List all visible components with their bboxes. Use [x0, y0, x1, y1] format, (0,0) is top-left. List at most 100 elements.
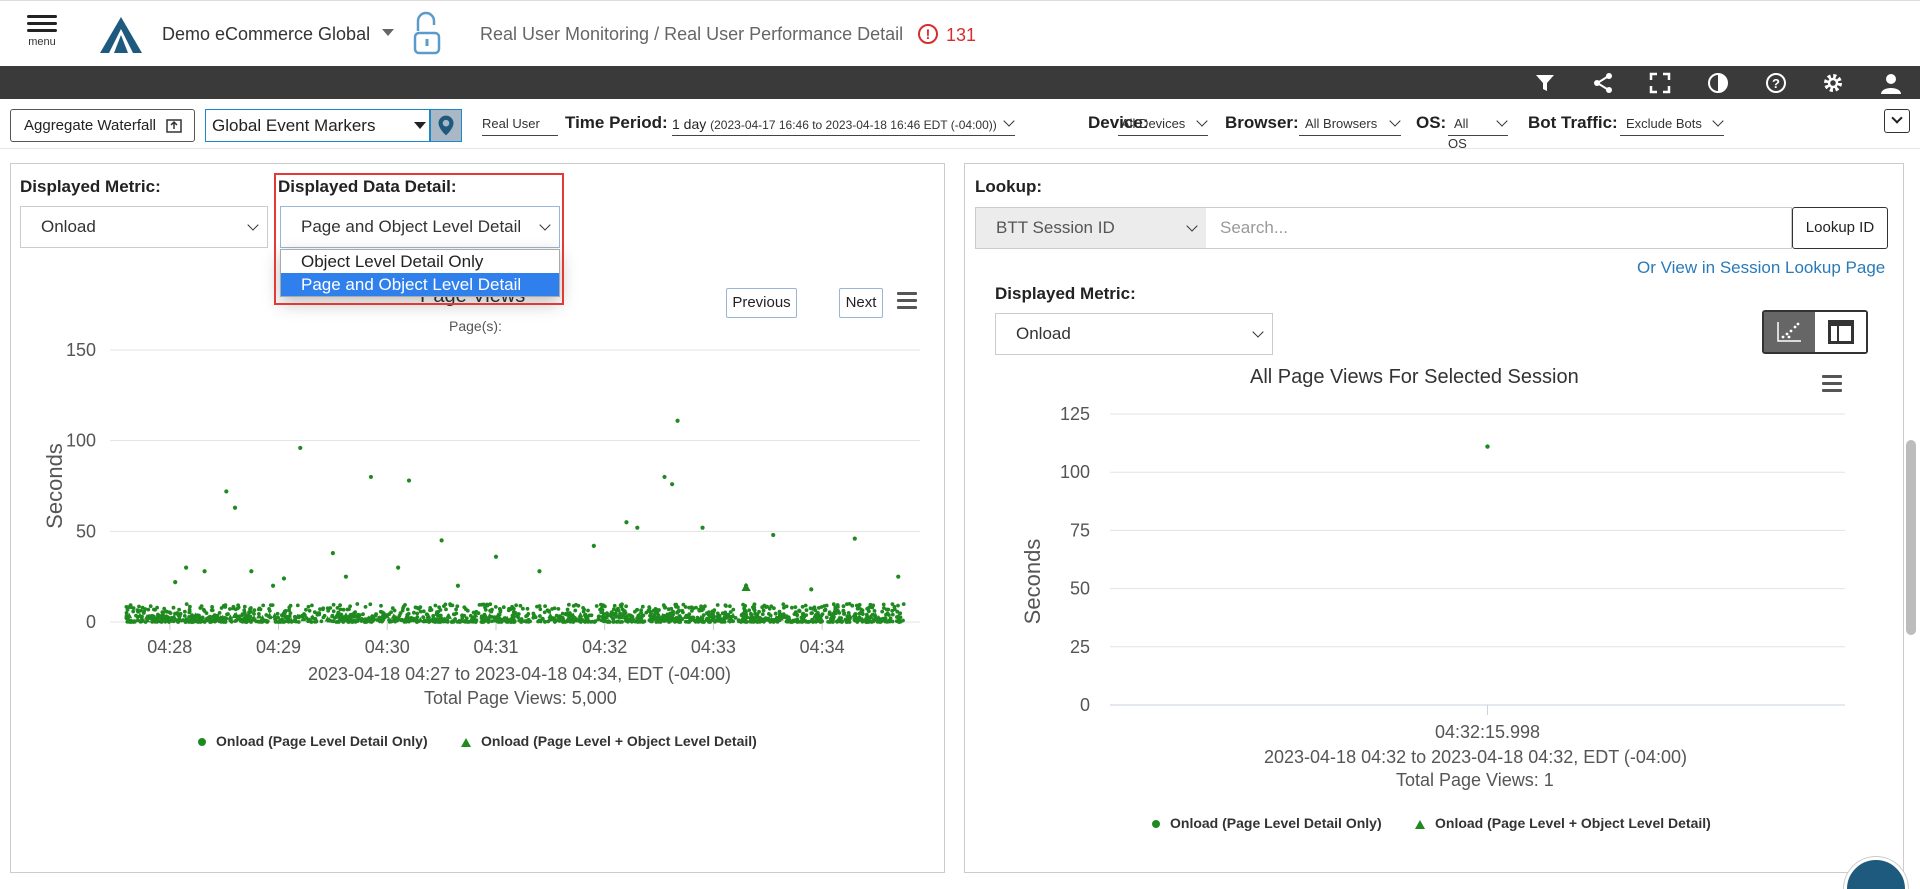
bot-traffic-select[interactable]: Exclude Bots: [1620, 114, 1724, 136]
data-point: [642, 619, 646, 624]
os-select[interactable]: All OS: [1448, 114, 1508, 151]
data-point: [242, 616, 247, 621]
filter-icon[interactable]: [1533, 71, 1557, 95]
data-point: [490, 619, 494, 624]
map-pin-icon[interactable]: [430, 109, 462, 142]
data-point: [448, 602, 452, 607]
menu-button[interactable]: menu: [22, 13, 62, 61]
data-point: [837, 611, 842, 615]
lookup-label: Lookup:: [975, 177, 1043, 196]
browser-select[interactable]: All Browsers: [1299, 114, 1401, 136]
time-period-value: 1 day: [672, 116, 707, 132]
data-point: [782, 605, 786, 610]
data-point: [872, 609, 877, 613]
data-point-triangle: [741, 582, 751, 592]
data-point: [568, 612, 572, 616]
session-legend-item-object-level[interactable]: Onload (Page Level + Object Level Detail…: [1415, 815, 1711, 831]
session-chart-menu-icon[interactable]: [1822, 375, 1842, 393]
data-point: [184, 565, 189, 570]
session-lookup-link[interactable]: Or View in Session Lookup Page: [1637, 258, 1885, 278]
data-point: [453, 617, 457, 621]
data-point: [228, 607, 232, 611]
user-icon[interactable]: [1879, 71, 1903, 95]
view-toggle: [1762, 310, 1868, 354]
time-period-range: (2023-04-17 16:46 to 2023-04-18 16:46 ED…: [710, 118, 997, 132]
session-legend-item-page-level[interactable]: Onload (Page Level Detail Only): [1152, 815, 1382, 831]
lookup-id-button[interactable]: Lookup ID: [1792, 207, 1888, 249]
data-point: [537, 604, 542, 608]
data-point: [249, 569, 254, 574]
device-select[interactable]: All Devices: [1118, 114, 1208, 136]
data-point: [307, 608, 312, 613]
data-point: [565, 607, 570, 612]
metric-select[interactable]: Onload: [20, 206, 268, 248]
data-point: [363, 605, 368, 609]
data-point: [202, 569, 207, 574]
right-metric-select[interactable]: Onload: [995, 313, 1273, 355]
fullscreen-icon[interactable]: [1648, 71, 1672, 95]
os-value: All OS: [1448, 116, 1469, 151]
data-point: [148, 604, 153, 609]
app-switch-caret-icon[interactable]: [382, 29, 394, 36]
scatter-view-icon[interactable]: [1764, 312, 1815, 352]
data-point: [860, 612, 865, 616]
unlock-icon[interactable]: [412, 11, 442, 57]
y-tick-label: 50: [76, 521, 96, 541]
data-point: [824, 603, 829, 608]
chart-menu-icon[interactable]: [897, 292, 917, 310]
data-point-triangle: [256, 613, 263, 619]
data-point: [335, 606, 340, 610]
data-point: [605, 620, 610, 624]
lookup-type-select[interactable]: BTT Session ID: [975, 207, 1207, 249]
data-point: [242, 608, 247, 613]
data-point: [368, 602, 373, 607]
alert-icon[interactable]: !: [918, 24, 938, 44]
data-point: [712, 608, 717, 613]
data-point: [804, 619, 808, 624]
data-point: [405, 607, 410, 612]
time-period-select[interactable]: 1 day (2023-04-17 16:46 to 2023-04-18 16…: [672, 114, 1015, 136]
right-footer-total: Total Page Views: 1: [1396, 770, 1554, 790]
next-button[interactable]: Next: [839, 288, 883, 318]
data-point: [880, 609, 885, 614]
data-source-select[interactable]: Real User: [482, 114, 558, 136]
data-point: [700, 525, 705, 530]
page-scrollbar[interactable]: [1906, 440, 1916, 635]
data-point: [455, 620, 460, 624]
y-tick-label: 100: [1060, 462, 1090, 482]
data-point: [267, 607, 271, 611]
data-point: [875, 620, 880, 624]
data-point: [854, 603, 859, 608]
legend-item-object-level[interactable]: Onload (Page Level + Object Level Detail…: [461, 733, 757, 749]
data-point: [330, 613, 335, 618]
contrast-icon[interactable]: [1706, 71, 1730, 95]
table-view-icon[interactable]: [1815, 312, 1866, 352]
help-icon[interactable]: ?: [1764, 71, 1788, 95]
data-point: [235, 606, 240, 611]
data-point: [612, 603, 617, 608]
session-search-input[interactable]: Search...: [1206, 207, 1792, 249]
time-period-label: Time Period:: [565, 113, 668, 132]
data-point: [331, 609, 336, 614]
previous-button[interactable]: Previous: [726, 288, 797, 318]
data-point: [890, 619, 895, 624]
data-point: [690, 609, 694, 613]
aggregate-waterfall-button[interactable]: Aggregate Waterfall: [10, 109, 195, 142]
data-point: [649, 619, 653, 624]
gear-icon[interactable]: [1821, 71, 1845, 95]
collapse-filters-button[interactable]: [1884, 109, 1910, 133]
data-point: [525, 606, 530, 611]
share-icon[interactable]: [1591, 71, 1615, 95]
data-point: [273, 618, 278, 623]
data-point: [519, 617, 524, 621]
alert-count[interactable]: 131: [946, 25, 976, 46]
y-tick-label: 100: [66, 431, 96, 451]
data-point: [675, 418, 680, 423]
data-point: [162, 606, 167, 611]
data-point: [818, 615, 823, 619]
legend-item-page-level[interactable]: Onload (Page Level Detail Only): [198, 733, 428, 749]
app-name[interactable]: Demo eCommerce Global: [162, 24, 370, 45]
data-point: [824, 615, 829, 620]
event-markers-select[interactable]: Global Event Markers: [205, 109, 430, 142]
data-point: [163, 619, 168, 624]
